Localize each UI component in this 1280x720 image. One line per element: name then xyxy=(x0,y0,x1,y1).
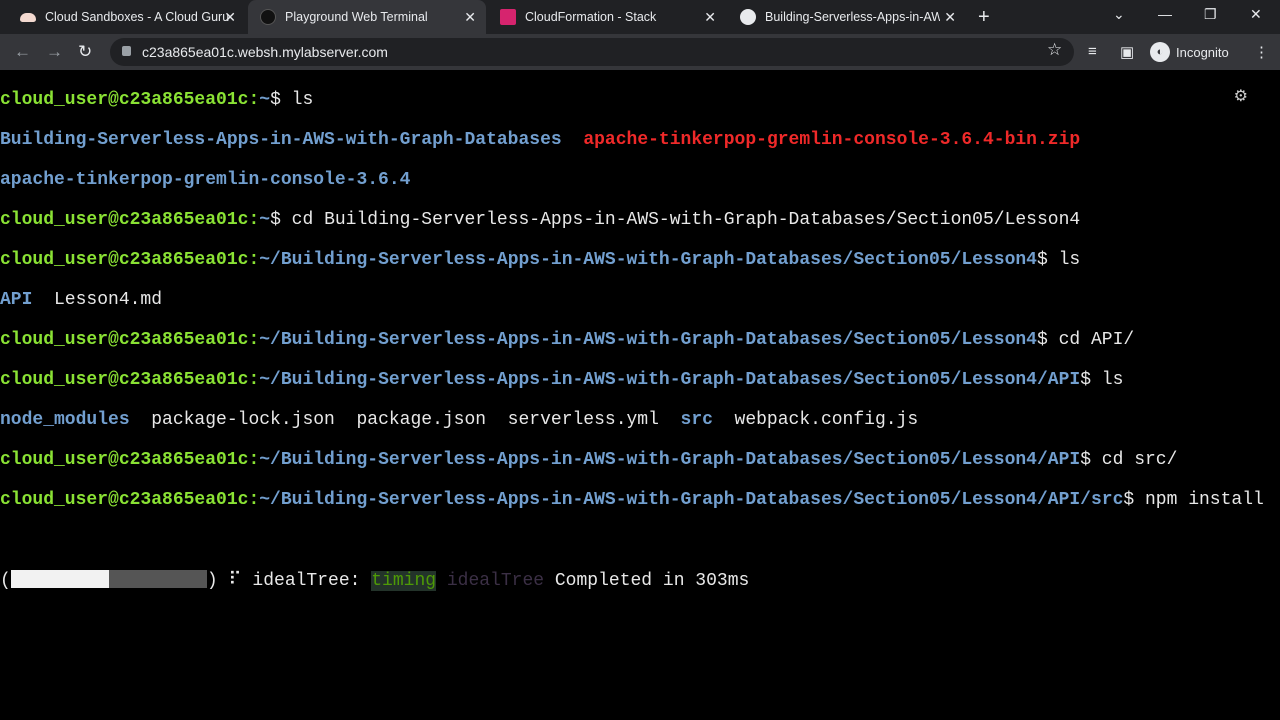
cloud-icon xyxy=(20,12,36,22)
close-tab-icon[interactable]: ✕ xyxy=(224,9,236,26)
incognito-icon: ◐ xyxy=(1150,42,1170,62)
progress-stage: idealTree: xyxy=(241,571,372,591)
terminal-line: cloud_user@c23a865ea01c:~/Building-Serve… xyxy=(0,370,1280,390)
progress-fill xyxy=(10,570,109,588)
prompt: cloud_user@c23a865ea01c: xyxy=(0,450,260,470)
github-icon xyxy=(740,9,756,25)
npm-progress-line: () ⠏ idealTree: timing idealTree Complet… xyxy=(0,570,750,591)
close-tab-icon[interactable]: ✕ xyxy=(944,9,956,26)
terminal-line: apache-tinkerpop-gremlin-console-3.6.4 xyxy=(0,170,1280,190)
tab-strip: Cloud Sandboxes - A Cloud Guru ✕ Playgro… xyxy=(0,0,1280,34)
terminal-line: cloud_user@c23a865ea01c:~$ cd Building-S… xyxy=(0,210,1280,230)
terminal-line: cloud_user@c23a865ea01c:~$ ls xyxy=(0,90,1280,110)
browser-toolbar: ← → ↻ c23a865ea01c.websh.mylabserver.com… xyxy=(0,34,1280,70)
forward-icon[interactable]: → xyxy=(46,42,63,62)
prompt: cloud_user@c23a865ea01c: xyxy=(0,370,260,390)
tab-search-icon[interactable]: ⌄ xyxy=(1113,6,1125,23)
progress-message: Completed in 303ms xyxy=(544,571,750,591)
command: $ cd Building-Serverless-Apps-in-AWS-wit… xyxy=(270,210,1081,230)
command: $ ls xyxy=(1036,250,1081,270)
terminal-output[interactable]: cloud_user@c23a865ea01c:~$ ls Building-S… xyxy=(0,70,1280,720)
lock-icon xyxy=(122,46,131,56)
tab-cloudformation[interactable]: CloudFormation - Stack ✕ xyxy=(488,0,726,34)
terminal-line: Building-Serverless-Apps-in-AWS-with-Gra… xyxy=(0,130,1280,150)
prompt: cloud_user@c23a865ea01c: xyxy=(0,490,260,510)
prompt: cloud_user@c23a865ea01c: xyxy=(0,330,260,350)
tab-title: Playground Web Terminal xyxy=(285,10,428,24)
tab-title: CloudFormation - Stack xyxy=(525,10,657,24)
side-panel-icon[interactable]: ▣ xyxy=(1120,43,1134,61)
terminal-line: API Lesson4.md xyxy=(0,290,1280,310)
directory-entry: apache-tinkerpop-gremlin-console-3.6.4 xyxy=(0,170,411,190)
new-tab-button[interactable]: + xyxy=(978,6,990,29)
terminal-icon xyxy=(260,9,276,25)
prompt-path: ~ xyxy=(259,90,271,110)
cloudformation-icon xyxy=(500,9,516,25)
file-entry: webpack.config.js xyxy=(712,410,919,430)
bookmark-star-icon[interactable]: ☆ xyxy=(1047,40,1062,60)
command: $ ls xyxy=(1080,370,1124,390)
prompt-path: ~/Building-Serverless-Apps-in-AWS-with-G… xyxy=(259,370,1081,390)
tab-title: Cloud Sandboxes - A Cloud Guru xyxy=(45,10,230,24)
terminal-line: cloud_user@c23a865ea01c:~/Building-Serve… xyxy=(0,450,1280,470)
terminal-line: node_modules package-lock.json package.j… xyxy=(0,410,1280,430)
directory-entry: Building-Serverless-Apps-in-AWS-with-Gra… xyxy=(0,130,562,150)
prompt: cloud_user@c23a865ea01c: xyxy=(0,210,260,230)
prompt-path: ~/Building-Serverless-Apps-in-AWS-with-G… xyxy=(259,250,1037,270)
archive-entry: apache-tinkerpop-gremlin-console-3.6.4-b… xyxy=(583,130,1081,150)
close-tab-icon[interactable]: ✕ xyxy=(464,9,476,26)
close-tab-icon[interactable]: ✕ xyxy=(704,9,716,26)
restore-button[interactable]: ❐ xyxy=(1204,6,1217,23)
command: $ ls xyxy=(270,90,314,110)
directory-entry: src xyxy=(680,410,713,430)
media-control-icon[interactable]: ≡ xyxy=(1088,43,1097,60)
progress-bar xyxy=(10,570,207,588)
spinner-icon: ⠏ xyxy=(228,571,242,591)
prompt-path: ~/Building-Serverless-Apps-in-AWS-with-G… xyxy=(259,450,1081,470)
tab-title: Building-Serverless-Apps-in-AWS xyxy=(765,10,940,24)
directory-entry: API xyxy=(0,290,33,310)
tab-github-repo[interactable]: Building-Serverless-Apps-in-AWS ✕ xyxy=(728,0,966,34)
prompt-path: ~/Building-Serverless-Apps-in-AWS-with-G… xyxy=(259,330,1037,350)
reload-icon[interactable]: ↻ xyxy=(78,42,92,62)
command: $ npm install xyxy=(1123,490,1264,510)
tab-cloud-sandboxes[interactable]: Cloud Sandboxes - A Cloud Guru ✕ xyxy=(8,0,246,34)
incognito-badge[interactable]: ◐ Incognito xyxy=(1150,42,1229,62)
terminal-line: cloud_user@c23a865ea01c:~/Building-Serve… xyxy=(0,490,1280,510)
timing-tag: timing xyxy=(371,571,437,591)
url-text: c23a865ea01c.websh.mylabserver.com xyxy=(142,44,388,60)
back-icon[interactable]: ← xyxy=(14,42,31,62)
prompt-path: ~/Building-Serverless-Apps-in-AWS-with-G… xyxy=(259,490,1124,510)
terminal-line: cloud_user@c23a865ea01c:~/Building-Serve… xyxy=(0,250,1280,270)
tab-playground-terminal[interactable]: Playground Web Terminal ✕ xyxy=(248,0,486,34)
close-window-button[interactable]: ✕ xyxy=(1250,6,1262,23)
prompt: cloud_user@c23a865ea01c: xyxy=(0,250,260,270)
minimize-button[interactable]: — xyxy=(1158,6,1172,22)
terminal-line: cloud_user@c23a865ea01c:~/Building-Serve… xyxy=(0,330,1280,350)
command: $ cd src/ xyxy=(1080,450,1178,470)
file-entry: Lesson4.md xyxy=(32,290,163,310)
file-entries: package-lock.json package.json serverles… xyxy=(129,410,681,430)
prompt: cloud_user@c23a865ea01c: xyxy=(0,90,260,110)
directory-entry: node_modules xyxy=(0,410,130,430)
profile-label: Incognito xyxy=(1176,44,1229,60)
command: $ cd API/ xyxy=(1036,330,1135,350)
prompt-path: ~ xyxy=(259,210,271,230)
menu-icon[interactable]: ⋮ xyxy=(1254,43,1269,61)
progress-detail: idealTree xyxy=(436,571,545,591)
address-bar[interactable]: c23a865ea01c.websh.mylabserver.com xyxy=(110,38,1074,66)
